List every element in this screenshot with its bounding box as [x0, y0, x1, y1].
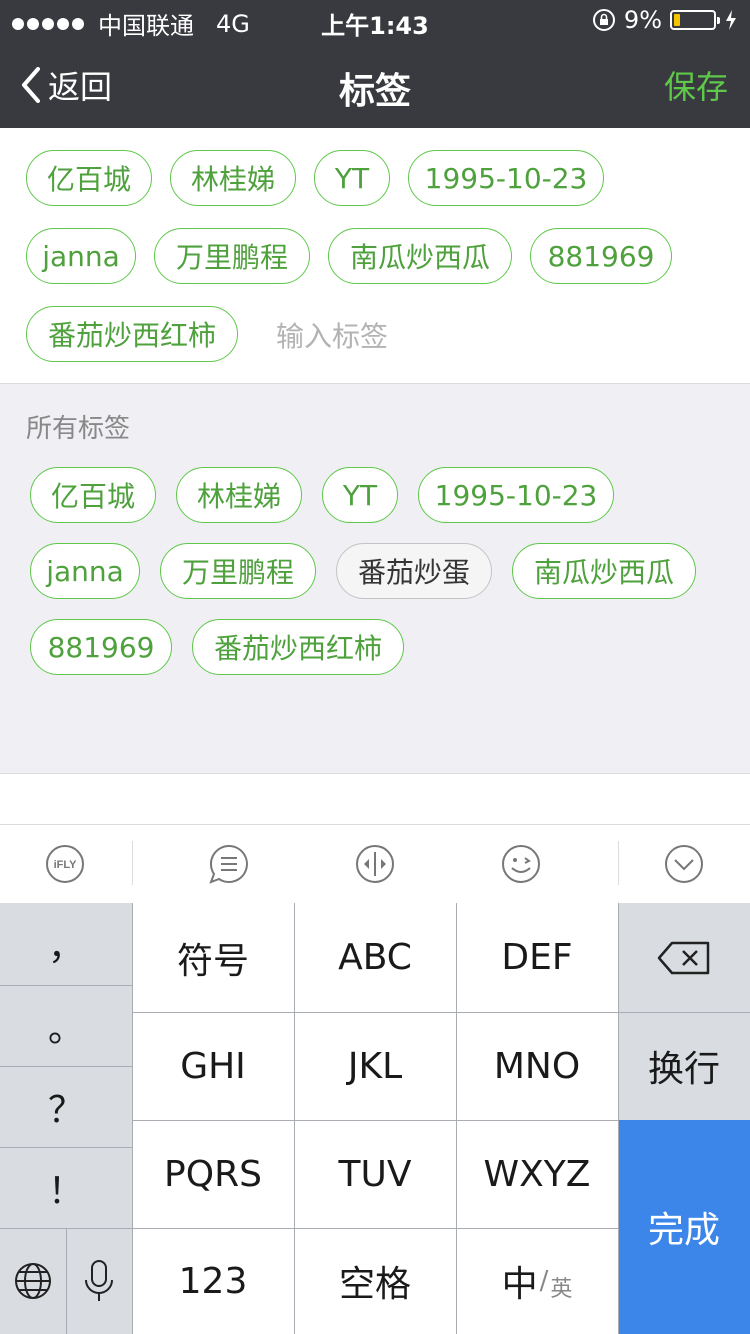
- key-divider: [132, 903, 133, 1334]
- selected-tag[interactable]: YT: [314, 150, 390, 206]
- nav-bar: 返回 标签 保存: [0, 40, 750, 128]
- punct-key-period[interactable]: 。: [0, 985, 132, 1066]
- toolbar-divider: [618, 841, 619, 885]
- mno-key[interactable]: MNO: [456, 1012, 618, 1120]
- selected-tag[interactable]: 番茄炒西红柿: [26, 306, 238, 362]
- keyboard: ， 。 ？ ！ 符号 ABC DEF GHI JKL MNO PQRS TUV …: [0, 903, 750, 1334]
- selected-tag[interactable]: 881969: [530, 228, 672, 284]
- tag-option-unselected[interactable]: 番茄炒蛋: [336, 543, 492, 599]
- tag-option[interactable]: 番茄炒西红柿: [192, 619, 404, 675]
- tuv-key[interactable]: TUV: [294, 1120, 456, 1228]
- tag-option[interactable]: 林桂娣: [176, 467, 302, 523]
- selected-tags-area: 亿百城 林桂娣 YT 1995-10-23 janna 万里鹏程 南瓜炒西瓜 8…: [0, 128, 750, 383]
- microphone-icon: [85, 1260, 113, 1301]
- language-switch-key[interactable]: 中 / 英: [456, 1228, 618, 1334]
- tag-option[interactable]: 南瓜炒西瓜: [512, 543, 696, 599]
- backspace-key[interactable]: [618, 903, 750, 1012]
- lang-sub-label: 英: [550, 1277, 573, 1302]
- all-tags-area: 所有标签 亿百城 林桂娣 YT 1995-10-23 janna 万里鹏程 番茄…: [0, 383, 750, 773]
- toolbar-divider: [132, 841, 133, 885]
- tag-option[interactable]: 万里鹏程: [160, 543, 316, 599]
- tag-option[interactable]: janna: [30, 543, 140, 599]
- selected-tag[interactable]: 1995-10-23: [408, 150, 604, 206]
- lang-slash: /: [539, 1266, 549, 1296]
- selected-tag[interactable]: janna: [26, 228, 136, 284]
- key-divider: [618, 903, 619, 1334]
- selected-tag[interactable]: 亿百城: [26, 150, 152, 206]
- status-bar: 中国联通 4G 上午1:43 9%: [0, 0, 750, 40]
- divider-bar: [0, 773, 750, 825]
- selected-tag[interactable]: 南瓜炒西瓜: [328, 228, 512, 284]
- backspace-icon: [657, 941, 710, 974]
- globe-key[interactable]: [0, 1228, 66, 1334]
- lang-main-label: 中: [501, 1264, 538, 1305]
- globe-icon: [15, 1263, 51, 1299]
- punct-key-question[interactable]: ？: [0, 1066, 132, 1147]
- jkl-key[interactable]: JKL: [294, 1012, 456, 1120]
- key-divider: [132, 1120, 618, 1121]
- tag-option[interactable]: 1995-10-23: [418, 467, 614, 523]
- punct-key-exclaim[interactable]: ！: [0, 1147, 132, 1228]
- key-divider: [0, 1066, 132, 1067]
- pqrs-key[interactable]: PQRS: [132, 1120, 294, 1228]
- abc-key[interactable]: ABC: [294, 903, 456, 1012]
- tag-option[interactable]: 亿百城: [30, 467, 156, 523]
- emoji-icon[interactable]: [500, 843, 542, 885]
- key-divider: [0, 1147, 132, 1148]
- number-key[interactable]: 123: [132, 1228, 294, 1334]
- key-divider: [66, 1228, 67, 1334]
- space-key[interactable]: 空格: [294, 1228, 456, 1334]
- voice-key[interactable]: [66, 1228, 132, 1334]
- tag-option[interactable]: YT: [322, 467, 398, 523]
- save-button[interactable]: 保存: [664, 62, 728, 108]
- newline-key[interactable]: 换行: [618, 1012, 750, 1120]
- cursor-icon[interactable]: [354, 843, 396, 885]
- key-divider: [0, 985, 132, 986]
- page-title: 标签: [338, 71, 411, 112]
- ifly-logo-text: iFLY: [54, 859, 77, 871]
- charging-icon: [726, 10, 736, 30]
- wxyz-key[interactable]: WXYZ: [456, 1120, 618, 1228]
- done-key[interactable]: 完成: [618, 1120, 750, 1334]
- ghi-key[interactable]: GHI: [132, 1012, 294, 1120]
- key-divider: [132, 1012, 750, 1013]
- battery-level: [674, 14, 681, 26]
- battery-icon: [670, 10, 720, 30]
- keyboard-toolbar: iFLY: [0, 825, 750, 903]
- symbols-key[interactable]: 符号: [132, 903, 294, 1012]
- menu-icon[interactable]: [208, 843, 250, 885]
- ifly-icon[interactable]: iFLY: [44, 843, 86, 885]
- key-divider: [0, 1228, 132, 1229]
- tag-input[interactable]: 输入标签: [276, 315, 388, 355]
- all-tags-title: 所有标签: [26, 414, 131, 444]
- key-divider: [456, 903, 457, 1334]
- rotation-lock-icon: [592, 9, 615, 31]
- punct-key-comma[interactable]: ，: [0, 903, 132, 985]
- battery-percent: 9%: [623, 6, 662, 34]
- tag-option[interactable]: 881969: [30, 619, 172, 675]
- collapse-keyboard-icon[interactable]: [663, 843, 705, 885]
- key-divider: [132, 1228, 618, 1229]
- key-divider: [294, 903, 295, 1334]
- status-right: 9%: [592, 6, 738, 34]
- selected-tag[interactable]: 林桂娣: [170, 150, 296, 206]
- def-key[interactable]: DEF: [456, 903, 618, 1012]
- selected-tag[interactable]: 万里鹏程: [154, 228, 310, 284]
